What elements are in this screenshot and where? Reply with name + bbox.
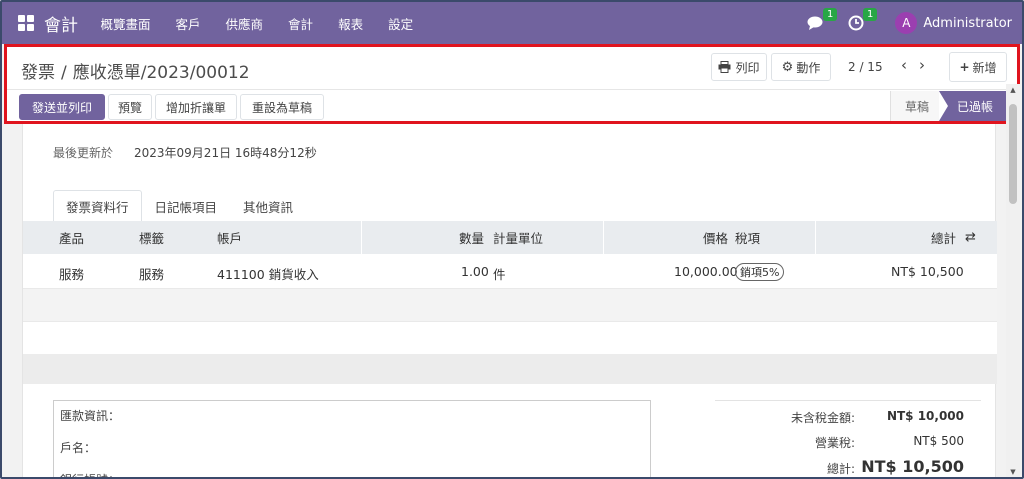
add-credit-note-button[interactable]: 增加折讓單	[155, 94, 237, 120]
notebook-tabs: 發票資料行 日記帳項目 其他資訊	[53, 190, 306, 222]
col-label[interactable]: 標籤	[139, 228, 164, 247]
breadcrumb: 發票 / 應收憑單/2023/00012	[21, 58, 250, 83]
updated-label: 最後更新於	[53, 146, 114, 160]
scroll-thumb[interactable]	[1009, 104, 1017, 204]
menu-vendors[interactable]: 供應商	[213, 14, 276, 33]
line-label[interactable]: 服務	[139, 264, 164, 283]
tab-other-info[interactable]: 其他資訊	[230, 190, 306, 222]
avatar[interactable]: A	[895, 12, 918, 34]
print-label: 列印	[735, 60, 760, 75]
menu-customers[interactable]: 客戶	[163, 14, 213, 33]
preview-button[interactable]: 預覽	[108, 94, 152, 120]
breadcrumb-parent[interactable]: 發票	[21, 63, 55, 83]
app-title[interactable]: 會計	[44, 11, 78, 36]
vertical-scrollbar[interactable]: ▲ ▼	[1006, 84, 1020, 477]
top-navbar: 會計 概覽畫面 客戶 供應商 會計 報表 設定 1 1 A Administra…	[2, 2, 1022, 44]
col-product[interactable]: 產品	[59, 228, 84, 247]
scroll-down-icon[interactable]: ▼	[1009, 468, 1017, 476]
tax-value: NT$ 500	[913, 434, 964, 448]
new-label: 新增	[972, 60, 997, 75]
table-footer	[23, 354, 997, 384]
menu-reporting[interactable]: 報表	[326, 14, 376, 33]
col-taxes[interactable]: 稅項	[735, 228, 760, 247]
column-divider	[815, 221, 816, 254]
tab-journal-items[interactable]: 日記帳項目	[142, 190, 231, 222]
tax-label: 營業稅:	[814, 436, 855, 450]
send-print-button[interactable]: 發送並列印	[19, 94, 105, 120]
breadcrumb-separator: /	[61, 63, 67, 83]
line-price[interactable]: 10,000.00	[674, 264, 738, 279]
col-price[interactable]: 價格	[703, 228, 728, 247]
action-button[interactable]: ⚙ 動作	[771, 53, 831, 81]
menu-accounting[interactable]: 會計	[276, 14, 326, 33]
tab-invoice-lines[interactable]: 發票資料行	[53, 190, 142, 222]
action-label: 動作	[796, 60, 821, 75]
chat-count-badge: 1	[823, 8, 838, 21]
print-button[interactable]: 列印	[711, 53, 767, 81]
print-icon	[718, 61, 731, 73]
scroll-up-icon[interactable]: ▲	[1009, 86, 1017, 94]
untaxed-label: 未含稅金額:	[790, 411, 855, 425]
col-account[interactable]: 帳戶	[217, 228, 242, 247]
updated-value: 2023年09月21日 16時48分12秒	[134, 146, 317, 160]
untaxed-value: NT$ 10,000	[886, 409, 964, 423]
breadcrumb-current: 應收憑單/2023/00012	[72, 63, 250, 83]
navbar-systray: 1 1 A Administrator	[805, 2, 1022, 44]
narration-field[interactable]: 匯款資訊： 戶名： 銀行帳號：	[53, 400, 651, 477]
total-label: 總計:	[826, 462, 855, 476]
col-subtotal[interactable]: 總計	[931, 228, 956, 247]
line-account[interactable]: 411100 銷貨收入	[217, 264, 319, 283]
user-name[interactable]: Administrator	[923, 16, 1012, 31]
pager-next-icon[interactable]: ›	[913, 53, 931, 77]
activity-clock-icon[interactable]: 1	[845, 8, 878, 34]
apps-menu-icon[interactable]	[18, 15, 34, 31]
form-sheet: 最後更新於 2023年09月21日 16時48分12秒 發票資料行 日記帳項目 …	[22, 124, 997, 477]
column-divider	[603, 221, 604, 254]
divider	[7, 89, 1017, 90]
table-row[interactable]: 服務 服務 411100 銷貨收入 1.00 件 10,000.00 銷項5% …	[23, 254, 997, 289]
gear-icon: ⚙	[781, 59, 794, 75]
account-number-label: 銀行帳號：	[60, 471, 120, 477]
line-uom[interactable]: 件	[493, 264, 506, 283]
stage-draft[interactable]: 草稿	[889, 91, 939, 121]
reset-to-draft-button[interactable]: 重設為草稿	[240, 94, 324, 120]
menu-overview[interactable]: 概覽畫面	[88, 14, 163, 33]
control-panel: 發票 / 應收憑單/2023/00012 列印 ⚙ 動作 2 / 15 ‹ › + …	[4, 44, 1020, 124]
col-uom[interactable]: 計量單位	[493, 228, 543, 247]
total-value: NT$ 10,500	[861, 457, 964, 476]
chat-icon[interactable]: 1	[805, 8, 838, 34]
lines-table-header: 產品 標籤 帳戶 數量 計量單位 價格 稅項 總計 ⇄	[23, 221, 997, 254]
col-quantity[interactable]: 數量	[459, 228, 484, 247]
status-bar: 草稿 已過帳	[889, 91, 1011, 121]
plus-icon: +	[959, 60, 970, 74]
menu-configuration[interactable]: 設定	[376, 14, 426, 33]
column-settings-icon[interactable]: ⇄	[965, 230, 976, 245]
pager-value[interactable]: 2 / 15	[848, 60, 883, 74]
line-subtotal: NT$ 10,500	[891, 264, 964, 279]
app-window: 會計 概覽畫面 客戶 供應商 會計 報表 設定 1 1 A Administra…	[0, 0, 1024, 479]
totals-divider	[715, 400, 981, 401]
line-tax-tag[interactable]: 銷項5%	[735, 263, 785, 281]
stage-posted[interactable]: 已過帳	[938, 91, 1011, 121]
table-row-empty[interactable]	[23, 321, 997, 354]
bank-info-label: 匯款資訊：	[60, 409, 121, 423]
account-name-label: 戶名：	[60, 441, 97, 455]
table-row-empty[interactable]	[23, 289, 997, 321]
activity-count-badge: 1	[863, 8, 878, 21]
line-product[interactable]: 服務	[59, 264, 84, 283]
new-button[interactable]: + 新增	[949, 52, 1007, 82]
line-quantity[interactable]: 1.00	[461, 264, 489, 279]
pager-prev-icon[interactable]: ‹	[895, 53, 913, 77]
column-divider	[361, 221, 362, 254]
